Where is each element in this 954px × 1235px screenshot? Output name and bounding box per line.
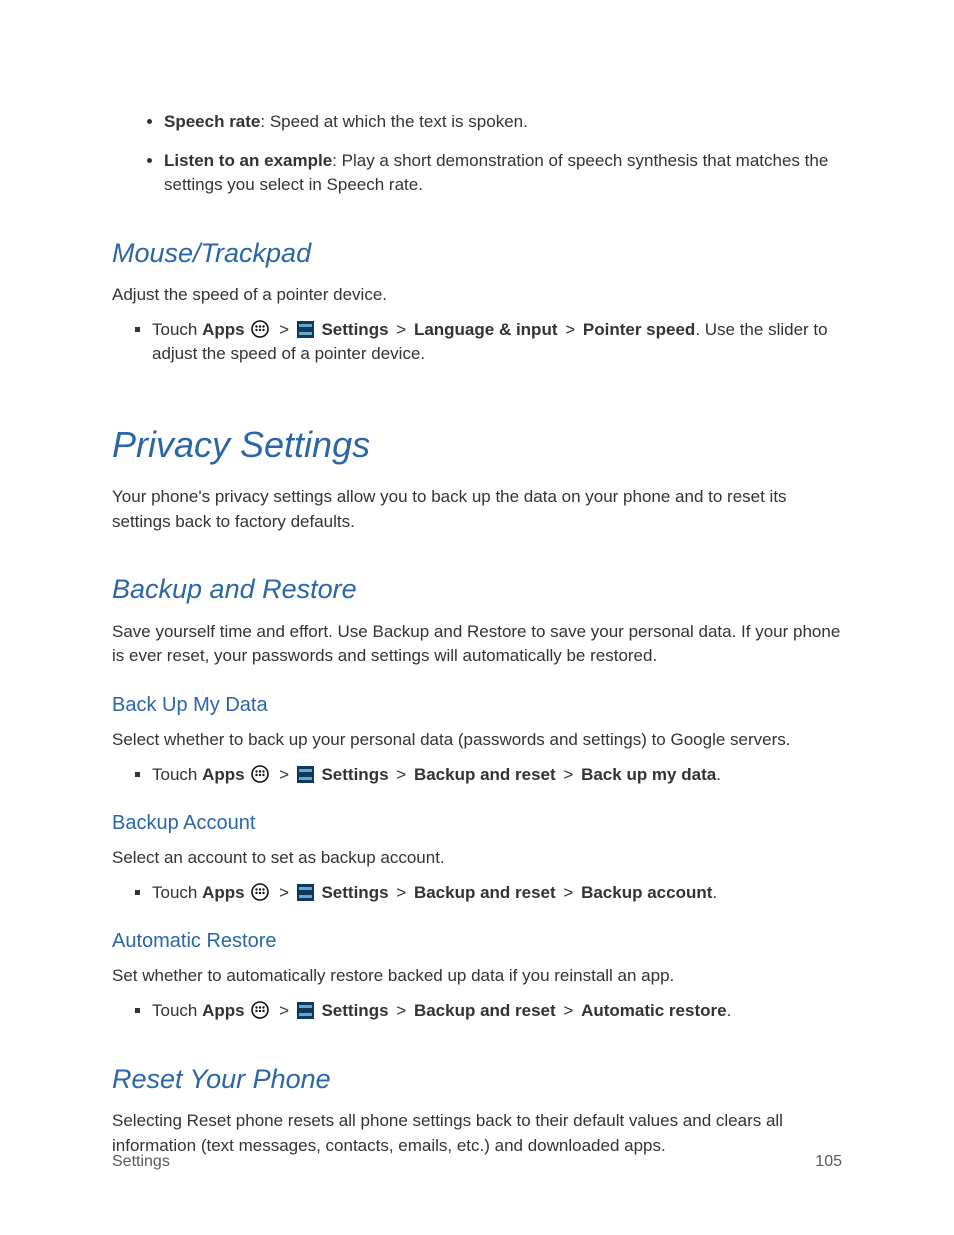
list-item: Touch Apps > Settings > Backup and reset… bbox=[152, 881, 842, 906]
path-label: Language & input bbox=[414, 320, 558, 339]
body-text: Select an account to set as backup accou… bbox=[112, 846, 842, 871]
heading-back-up-my-data: Back Up My Data bbox=[112, 691, 842, 720]
breadcrumb-separator: > bbox=[565, 320, 575, 339]
apps-label: Apps bbox=[202, 1001, 245, 1020]
body-text: Select whether to back up your personal … bbox=[112, 728, 842, 753]
step-list: Touch Apps > Settings > Language & input… bbox=[112, 318, 842, 367]
footer-page-number: 105 bbox=[815, 1150, 842, 1173]
path-label: Backup account bbox=[581, 883, 712, 902]
page-footer: Settings 105 bbox=[112, 1150, 842, 1173]
heading-privacy-settings: Privacy Settings bbox=[112, 419, 842, 471]
settings-icon bbox=[297, 884, 314, 901]
path-label: Backup and reset bbox=[414, 1001, 556, 1020]
settings-label: Settings bbox=[321, 1001, 388, 1020]
breadcrumb-separator: > bbox=[279, 1001, 289, 1020]
list-item: Touch Apps > Settings > Backup and reset… bbox=[152, 999, 842, 1024]
path-label: Back up my data bbox=[581, 765, 716, 784]
settings-label: Settings bbox=[321, 765, 388, 784]
apps-label: Apps bbox=[202, 320, 245, 339]
step-suffix: . bbox=[727, 1001, 732, 1020]
heading-backup-account: Backup Account bbox=[112, 809, 842, 838]
breadcrumb-separator: > bbox=[396, 320, 406, 339]
apps-icon bbox=[251, 320, 269, 338]
step-prefix: Touch bbox=[152, 765, 202, 784]
list-item: Touch Apps > Settings > Language & input… bbox=[152, 318, 842, 367]
body-text: Adjust the speed of a pointer device. bbox=[112, 283, 842, 308]
step-list: Touch Apps > Settings > Backup and reset… bbox=[112, 999, 842, 1024]
breadcrumb-separator: > bbox=[396, 1001, 406, 1020]
step-prefix: Touch bbox=[152, 320, 202, 339]
page: Speech rate: Speed at which the text is … bbox=[0, 0, 954, 1235]
list-item: Listen to an example: Play a short demon… bbox=[164, 149, 842, 198]
heading-automatic-restore: Automatic Restore bbox=[112, 927, 842, 956]
body-text: Your phone's privacy settings allow you … bbox=[112, 485, 842, 534]
apps-icon bbox=[251, 1001, 269, 1019]
bullet-text: : Speed at which the text is spoken. bbox=[260, 112, 527, 131]
path-label: Pointer speed bbox=[583, 320, 695, 339]
bullet-bold: Speech rate bbox=[164, 112, 260, 131]
step-suffix: . bbox=[716, 765, 721, 784]
bullet-bold: Listen to an example bbox=[164, 151, 332, 170]
path-label: Automatic restore bbox=[581, 1001, 726, 1020]
settings-label: Settings bbox=[321, 320, 388, 339]
breadcrumb-separator: > bbox=[563, 765, 573, 784]
step-suffix: . bbox=[712, 883, 717, 902]
settings-icon bbox=[297, 1002, 314, 1019]
body-text: Set whether to automatically restore bac… bbox=[112, 964, 842, 989]
heading-backup-restore: Backup and Restore bbox=[112, 570, 842, 609]
path-label: Backup and reset bbox=[414, 883, 556, 902]
breadcrumb-separator: > bbox=[563, 1001, 573, 1020]
apps-label: Apps bbox=[202, 765, 245, 784]
breadcrumb-separator: > bbox=[563, 883, 573, 902]
list-item: Touch Apps > Settings > Backup and reset… bbox=[152, 763, 842, 788]
body-text: Save yourself time and effort. Use Backu… bbox=[112, 620, 842, 669]
apps-icon bbox=[251, 765, 269, 783]
heading-reset-phone: Reset Your Phone bbox=[112, 1060, 842, 1099]
step-prefix: Touch bbox=[152, 883, 202, 902]
list-item: Speech rate: Speed at which the text is … bbox=[164, 110, 842, 135]
breadcrumb-separator: > bbox=[396, 883, 406, 902]
apps-icon bbox=[251, 883, 269, 901]
settings-icon bbox=[297, 321, 314, 338]
breadcrumb-separator: > bbox=[279, 765, 289, 784]
footer-section-name: Settings bbox=[112, 1150, 170, 1173]
step-list: Touch Apps > Settings > Backup and reset… bbox=[112, 881, 842, 906]
settings-label: Settings bbox=[321, 883, 388, 902]
breadcrumb-separator: > bbox=[279, 320, 289, 339]
intro-bullet-list: Speech rate: Speed at which the text is … bbox=[112, 110, 842, 198]
settings-icon bbox=[297, 766, 314, 783]
breadcrumb-separator: > bbox=[396, 765, 406, 784]
heading-mouse-trackpad: Mouse/Trackpad bbox=[112, 234, 842, 273]
step-prefix: Touch bbox=[152, 1001, 202, 1020]
path-label: Backup and reset bbox=[414, 765, 556, 784]
apps-label: Apps bbox=[202, 883, 245, 902]
step-list: Touch Apps > Settings > Backup and reset… bbox=[112, 763, 842, 788]
breadcrumb-separator: > bbox=[279, 883, 289, 902]
